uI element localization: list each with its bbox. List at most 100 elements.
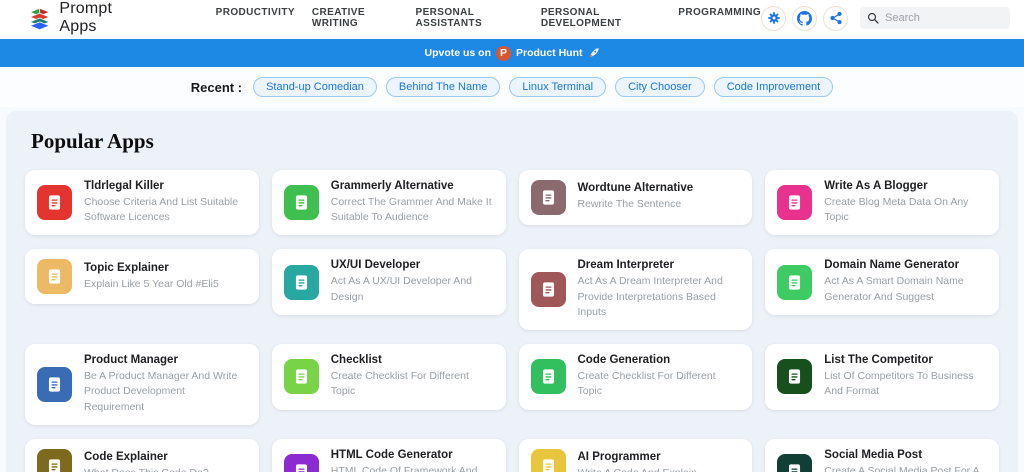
app-card[interactable]: HTML Code Generator HTML Code Of Framewo…: [271, 438, 506, 472]
app-card[interactable]: Dream Interpreter Act As A Dream Interpr…: [518, 249, 753, 331]
app-title: HTML Code Generator: [330, 448, 453, 461]
document-icon: [530, 359, 566, 395]
app-card[interactable]: AI Programmer Write A Code And Explain: [518, 438, 753, 472]
app-description: Write A Code And Explain: [578, 466, 697, 472]
app-title: Dream Interpreter: [577, 259, 675, 272]
app-title: Social Media Post: [824, 448, 923, 461]
app-card-text: Write As A Blogger Create Blog Meta Data…: [824, 180, 987, 225]
app-title: Wordtune Alternative: [577, 182, 694, 195]
search-input[interactable]: [885, 12, 995, 24]
app-description: Explain Like 5 Year Old #Eli5: [84, 277, 219, 290]
app-card-text: Product Manager Be A Product Manager And…: [84, 354, 247, 415]
github-icon: [797, 10, 812, 26]
app-card-text: UX/UI Developer Act As A UX/UI Developer…: [331, 259, 494, 304]
nav-link[interactable]: PERSONAL ASSISTANTS: [416, 7, 524, 29]
app-card[interactable]: Write As A Blogger Create Blog Meta Data…: [765, 170, 999, 236]
app-card-text: HTML Code Generator HTML Code Of Framewo…: [331, 449, 494, 472]
header-actions: [761, 5, 1010, 31]
app-card[interactable]: Product Manager Be A Product Manager And…: [25, 344, 259, 425]
recent-pill[interactable]: City Chooser: [615, 77, 705, 97]
recent-section: Recent : Stand-up Comedian Behind The Nam…: [0, 67, 1024, 107]
recent-pill[interactable]: Code Improvement: [713, 77, 834, 97]
app-card-text: Tldrlegal Killer Choose Criteria And Lis…: [84, 180, 247, 225]
app-card[interactable]: Code Explainer What Does This Code Do?: [25, 438, 259, 472]
app-title: Code Explainer: [84, 451, 168, 464]
layers-logo-icon: [28, 7, 51, 31]
app-description: List Of Competitors To Business And Form…: [824, 370, 974, 398]
app-description: Rewrite The Sentence: [577, 198, 682, 211]
apps-grid: Tldrlegal Killer Choose Criteria And Lis…: [25, 170, 999, 472]
document-icon: [37, 259, 72, 295]
share-icon: [829, 11, 842, 25]
app-description: Act As A UX/UI Developer And Design: [330, 275, 472, 303]
recent-pills: Stand-up Comedian Behind The Name Linux Te…: [253, 77, 834, 97]
app-card-text: Code Generation Create Checklist For Dif…: [578, 354, 741, 399]
document-icon: [283, 185, 319, 221]
nav-link[interactable]: PERSONAL DEVELOPMENT: [541, 7, 661, 29]
document-icon: [777, 359, 813, 395]
app-card[interactable]: UX/UI Developer Act As A UX/UI Developer…: [271, 249, 506, 315]
nav-link[interactable]: PROGRAMMING: [678, 7, 761, 29]
app-card[interactable]: Code Generation Create Checklist For Dif…: [518, 344, 753, 410]
document-icon: [530, 272, 566, 308]
document-icon: [283, 359, 319, 395]
nav-link[interactable]: PRODUCTIVITY: [216, 7, 295, 29]
app-description: What Does This Code Do?: [84, 466, 209, 472]
search-icon: [867, 12, 879, 24]
app-card[interactable]: Domain Name Generator Act As A Smart Dom…: [765, 249, 999, 315]
app-card[interactable]: Social Media Post Create A Social Media …: [765, 438, 999, 472]
app-title: UX/UI Developer: [330, 259, 421, 272]
product-hunt-banner[interactable]: Upvote us on P Product Hunt: [0, 39, 1024, 67]
app-title: AI Programmer: [577, 451, 661, 464]
top-header: Prompt Apps PRODUCTIVITY CREATIVE WRITING…: [0, 0, 1024, 36]
app-card-text: Checklist Create Checklist For Different…: [331, 354, 494, 399]
recent-label: Recent :: [190, 79, 243, 95]
app-title: List The Competitor: [824, 354, 933, 367]
app-card[interactable]: Topic Explainer Explain Like 5 Year Old …: [25, 249, 259, 305]
gear-icon: [767, 12, 780, 24]
app-title: Code Generation: [577, 354, 671, 367]
app-card[interactable]: Tldrlegal Killer Choose Criteria And Lis…: [25, 170, 259, 236]
settings-button[interactable]: [761, 5, 786, 31]
product-hunt-icon: P: [496, 45, 511, 61]
nav-link[interactable]: CREATIVE WRITING: [312, 7, 399, 29]
app-card-text: Social Media Post Create A Social Media …: [824, 449, 987, 472]
app-title: Grammerly Alternative: [330, 180, 454, 192]
app-card[interactable]: Checklist Create Checklist For Different…: [271, 344, 506, 410]
app-description: Act As A Dream Interpreter And Provide I…: [577, 275, 723, 318]
app-description: Create A Social Media Post For A Feature: [824, 464, 979, 472]
document-icon: [37, 366, 72, 402]
app-card-text: Grammerly Alternative Correct The Gramme…: [331, 180, 494, 225]
app-card[interactable]: Grammerly Alternative Correct The Gramme…: [271, 170, 506, 236]
main-nav: PRODUCTIVITY CREATIVE WRITING PERSONAL ASS…: [216, 7, 761, 29]
app-card-text: Code Explainer What Does This Code Do?: [84, 451, 209, 472]
app-description: HTML Code Of Framework And Theme?: [330, 464, 478, 472]
rocket-icon: [589, 48, 599, 57]
github-button[interactable]: [792, 5, 817, 31]
app-description: Create Blog Meta Data On Any Topic: [824, 196, 969, 224]
app-card[interactable]: Wordtune Alternative Rewrite The Sentenc…: [518, 170, 753, 225]
recent-pill[interactable]: Behind The Name: [385, 77, 501, 97]
app-description: Correct The Grammer And Make It Suitable…: [330, 196, 492, 224]
app-description: Be A Product Manager And Write Product D…: [84, 370, 238, 413]
document-icon: [777, 453, 813, 472]
share-button[interactable]: [823, 5, 848, 31]
app-card-text: Wordtune Alternative Rewrite The Sentenc…: [578, 182, 694, 212]
app-card-text: Topic Explainer Explain Like 5 Year Old …: [84, 262, 219, 292]
document-icon: [530, 180, 566, 215]
main-panel: Popular Apps Tldrlegal Killer Choose Cri…: [6, 111, 1018, 472]
popular-apps-heading: Popular Apps: [31, 129, 154, 153]
recent-pill[interactable]: Stand-up Comedian: [253, 77, 377, 97]
app-logo-brand[interactable]: Prompt Apps: [28, 0, 144, 36]
search-box: [860, 7, 1010, 29]
document-icon: [283, 264, 319, 300]
recent-pill[interactable]: Linux Terminal: [509, 77, 607, 97]
app-title: Prompt Apps: [59, 0, 113, 35]
app-card-text: AI Programmer Write A Code And Explain: [578, 451, 697, 472]
app-description: Create Checklist For Different Topic: [577, 370, 716, 398]
app-card[interactable]: List The Competitor List Of Competitors …: [765, 344, 999, 410]
app-card-text: Dream Interpreter Act As A Dream Interpr…: [578, 259, 741, 320]
app-description: Choose Criteria And List Suitable Softwa…: [84, 196, 239, 224]
app-card-text: Domain Name Generator Act As A Smart Dom…: [824, 259, 987, 304]
app-title: Checklist: [330, 354, 382, 367]
